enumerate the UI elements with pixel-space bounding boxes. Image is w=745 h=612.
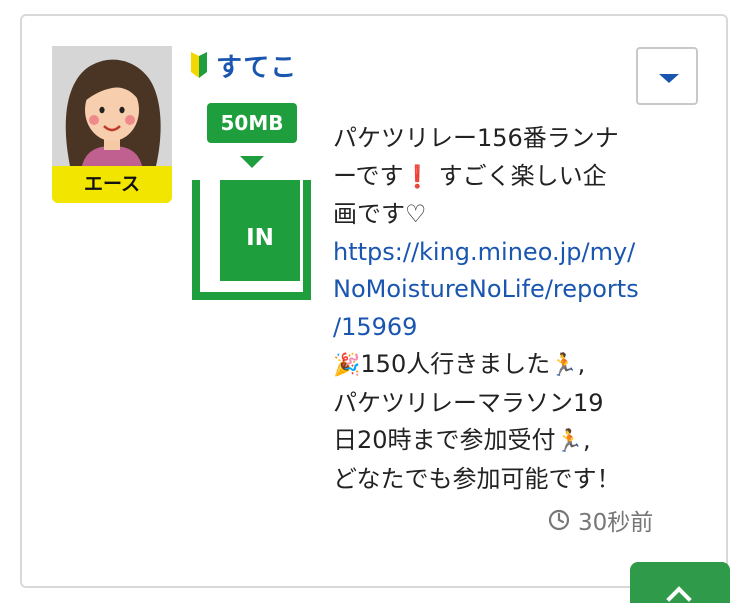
post-text-line: 日20時まで参加受付 — [333, 426, 556, 454]
post-menu-button[interactable] — [636, 47, 698, 105]
exclamation-icon: ❗ — [403, 164, 431, 190]
packet-tank: IN — [192, 180, 311, 300]
avatar[interactable]: エース — [52, 46, 172, 203]
scroll-to-top-button[interactable] — [630, 562, 730, 612]
runner-icon: 🏃 — [550, 353, 578, 378]
user-name-row: すてこ — [190, 47, 297, 84]
packet-amount-badge: 50MB — [207, 103, 297, 143]
post-body: パケツリレー156番ランナ ーです❗ すごく楽しい企 画です♡ https://… — [333, 124, 639, 493]
runner-icon: 🏃 — [555, 429, 583, 454]
chevron-up-icon — [666, 586, 692, 612]
post-text-line: 画です♡ — [333, 200, 427, 228]
beginner-mark-icon — [191, 52, 207, 78]
username-link[interactable]: すてこ — [216, 47, 297, 84]
avatar-image — [52, 46, 172, 166]
packet-direction-label: IN — [220, 180, 300, 281]
down-arrow-icon — [240, 156, 264, 168]
post-text-line: ーです — [333, 161, 404, 190]
timestamp-text: 30秒前 — [578, 510, 654, 536]
rank-badge: エース — [52, 166, 172, 203]
party-popper-icon: 🎉 — [333, 353, 361, 378]
post-text-line: パケツリレーマラソン19 — [333, 388, 604, 417]
clock-icon — [548, 509, 570, 531]
report-link[interactable]: https://king.mineo.jp/my/ NoMoistureNoLi… — [333, 238, 639, 341]
post-timestamp: 30秒前 — [548, 502, 653, 538]
post-text-line: パケツリレー156番ランナ — [333, 124, 619, 152]
post-text-line: どなたでも参加可能です！ — [333, 464, 621, 493]
post-text-line: すごく楽しい企 — [430, 161, 607, 190]
post-text-line: 150人行きました — [360, 350, 551, 378]
chevron-down-icon — [659, 74, 679, 83]
